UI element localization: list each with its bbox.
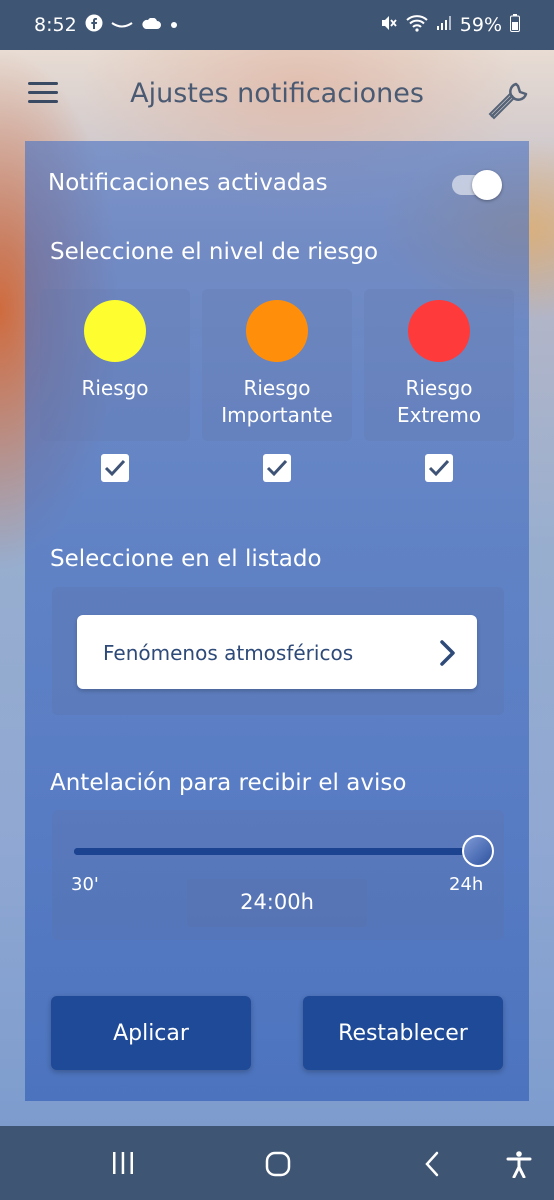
risk-dot-red xyxy=(408,300,470,362)
facebook-icon xyxy=(85,14,103,36)
reset-button[interactable]: Restablecer xyxy=(303,996,503,1070)
checkbox-riesgo[interactable] xyxy=(101,454,129,482)
advance-slider-thumb[interactable] xyxy=(462,835,494,867)
battery-icon xyxy=(510,14,520,36)
slider-max-label: 24h xyxy=(449,874,484,895)
check-icon xyxy=(428,459,450,477)
phenomena-list-button[interactable]: Fenómenos atmosféricos xyxy=(77,615,477,689)
list-section-label: Seleccione en el listado xyxy=(50,546,322,572)
recent-apps-icon[interactable] xyxy=(110,1150,136,1181)
back-icon[interactable] xyxy=(422,1150,442,1183)
risk-label: Riesgo xyxy=(81,376,149,400)
checkbox-extremo[interactable] xyxy=(425,454,453,482)
status-left: 8:52 xyxy=(34,0,179,50)
risk-dot-yellow xyxy=(84,300,146,362)
status-bar: 8:52 59% xyxy=(0,0,554,50)
status-time: 8:52 xyxy=(34,14,77,36)
risk-card-riesgo[interactable]: Riesgo xyxy=(40,289,190,441)
apply-button[interactable]: Aplicar xyxy=(51,996,251,1070)
advance-slider-track[interactable] xyxy=(74,848,478,855)
mute-icon xyxy=(380,14,398,36)
advance-section-label: Antelación para recibir el aviso xyxy=(50,770,407,796)
system-nav-bar xyxy=(0,1126,554,1200)
accessibility-icon[interactable] xyxy=(505,1150,533,1183)
missed-call-icon xyxy=(111,16,133,34)
page-title: Ajustes notificaciones xyxy=(130,78,424,109)
risk-section-label: Seleccione el nivel de riesgo xyxy=(50,239,379,265)
risk-card-importante[interactable]: Riesgo Importante xyxy=(202,289,352,441)
battery-percent: 59% xyxy=(459,14,502,36)
notifications-label: Notificaciones activadas xyxy=(48,170,328,196)
dot-icon xyxy=(169,16,179,34)
risk-card-extremo[interactable]: Riesgo Extremo xyxy=(364,289,514,441)
risk-label: Riesgo Extremo xyxy=(396,376,482,427)
phenomena-list-label: Fenómenos atmosféricos xyxy=(103,641,354,665)
wrench-icon[interactable] xyxy=(486,74,536,124)
slider-min-label: 30' xyxy=(71,874,99,895)
top-bar: Ajustes notificaciones xyxy=(0,50,554,140)
risk-label: Riesgo Importante xyxy=(221,376,333,427)
check-icon xyxy=(266,459,288,477)
risk-dot-orange xyxy=(246,300,308,362)
notifications-toggle[interactable] xyxy=(452,168,502,200)
signal-icon xyxy=(436,15,452,35)
checkbox-importante[interactable] xyxy=(263,454,291,482)
status-right: 59% xyxy=(380,0,520,50)
cloud-icon xyxy=(141,16,161,34)
chevron-right-icon xyxy=(440,640,455,666)
app-background: Ajustes notificaciones Notificaciones ac… xyxy=(0,50,554,1126)
wifi-icon xyxy=(406,14,428,36)
slider-value: 24:00h xyxy=(240,890,314,914)
slider-value-box: 24:00h xyxy=(187,879,367,927)
home-icon[interactable] xyxy=(264,1150,292,1183)
advance-slider-fill xyxy=(74,848,478,855)
check-icon xyxy=(104,459,126,477)
